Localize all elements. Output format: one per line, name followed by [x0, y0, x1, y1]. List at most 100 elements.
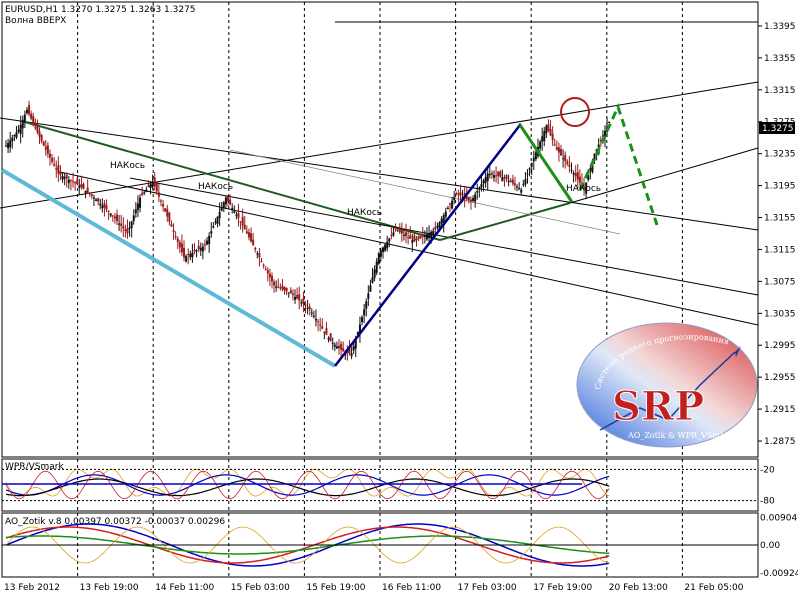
candle-body	[578, 176, 581, 183]
candle-body	[254, 247, 257, 250]
candle-body	[172, 230, 175, 232]
candle-body	[128, 227, 131, 229]
candle-body	[126, 228, 129, 234]
candle-body	[285, 287, 288, 292]
candle-body	[574, 173, 577, 177]
price-tick-label: 1.3075	[764, 277, 796, 287]
candle-body	[76, 179, 79, 185]
candle-body	[312, 315, 315, 317]
candle-body	[392, 232, 395, 236]
price-tick-label: 1.3355	[764, 54, 796, 64]
time-tick-label: 15 Feb 19:00	[306, 583, 365, 593]
candle-body	[214, 221, 217, 223]
candle-body	[338, 345, 341, 349]
candle-body	[549, 129, 552, 136]
candle-body	[329, 333, 332, 342]
candle-body	[308, 306, 311, 310]
candle-body	[488, 174, 491, 176]
candle-body	[147, 185, 150, 187]
candle-body	[118, 223, 121, 225]
candle-body	[99, 203, 102, 206]
candle-body	[120, 223, 123, 227]
candle-body	[23, 114, 26, 123]
candle-body	[168, 212, 171, 222]
candle-body	[327, 338, 330, 340]
candle-body	[467, 196, 470, 201]
candle-body	[222, 202, 225, 208]
candle-body	[513, 183, 516, 186]
candle-body	[63, 177, 66, 179]
candle-body	[398, 229, 401, 233]
candle-body	[402, 234, 405, 236]
candle-body	[136, 203, 139, 211]
candle-body	[69, 180, 72, 182]
candle-body	[568, 164, 571, 167]
candle-body	[283, 287, 286, 291]
price-tick-label: 1.3235	[764, 150, 796, 160]
candle-body	[183, 248, 186, 258]
candle-body	[201, 246, 204, 252]
candle-body	[15, 132, 18, 138]
candle-body	[394, 228, 397, 230]
candle-body	[176, 238, 179, 243]
candle-body	[25, 109, 28, 114]
candle-body	[40, 135, 43, 142]
candle-body	[384, 244, 387, 251]
candle-body	[281, 285, 284, 290]
wpr-title: WPR/VSmark	[5, 462, 64, 472]
candle-body	[42, 141, 45, 146]
candle-body	[522, 184, 525, 186]
chart-canvas: 1.3395 1.3355 1.3315 1.3275 1.3235 1.3195 1.31…	[0, 1, 798, 593]
candle-body	[149, 184, 152, 188]
candle-body	[159, 200, 162, 202]
candle-body	[143, 192, 146, 194]
nakos-annotation: НАКось	[110, 161, 145, 171]
candle-body	[371, 277, 374, 283]
candle-body	[589, 168, 592, 171]
candle-body	[557, 147, 560, 153]
candle-body	[233, 211, 236, 213]
candle-body	[562, 158, 565, 160]
candle-body	[92, 197, 95, 199]
candle-body	[97, 198, 100, 202]
candle-body	[440, 218, 443, 224]
candle-body	[570, 169, 573, 171]
candle-body	[139, 197, 142, 208]
candle-body	[46, 145, 49, 154]
candle-body	[203, 244, 206, 246]
candle-body	[124, 229, 127, 231]
candle-body	[241, 216, 244, 226]
candle-body	[220, 207, 223, 211]
candle-body	[386, 241, 389, 249]
candle-body	[507, 180, 510, 182]
ao-tick-label: 0.00904	[760, 513, 797, 523]
candle-body	[260, 261, 263, 263]
candle-body	[270, 275, 273, 282]
candle-body	[208, 235, 211, 245]
candle-body	[113, 216, 116, 219]
candle-body	[166, 209, 169, 217]
candle-body	[287, 292, 290, 294]
candle-body	[396, 229, 399, 231]
candle-body	[218, 211, 221, 219]
candle-body	[551, 134, 554, 141]
candle-body	[350, 353, 353, 357]
candle-body	[258, 253, 261, 258]
candle-body	[555, 147, 558, 150]
candle-body	[503, 177, 506, 179]
candle-body	[57, 165, 60, 174]
candle-body	[302, 298, 305, 305]
candle-body	[239, 221, 242, 223]
candle-body	[340, 343, 343, 350]
candle-body	[141, 192, 144, 195]
candle-body	[400, 229, 403, 234]
candle-body	[195, 250, 198, 252]
candle-body	[122, 226, 125, 229]
candle-body	[490, 172, 493, 175]
current-price-label: 1.3275	[762, 124, 794, 134]
srp-logo: Система раннего прогнозирования SRP AO_Z…	[576, 322, 758, 448]
time-tick-label: 15 Feb 03:00	[231, 583, 290, 593]
candle-body	[80, 184, 83, 188]
ao-tick-label: -0.00924	[760, 569, 798, 579]
candle-body	[444, 211, 447, 217]
